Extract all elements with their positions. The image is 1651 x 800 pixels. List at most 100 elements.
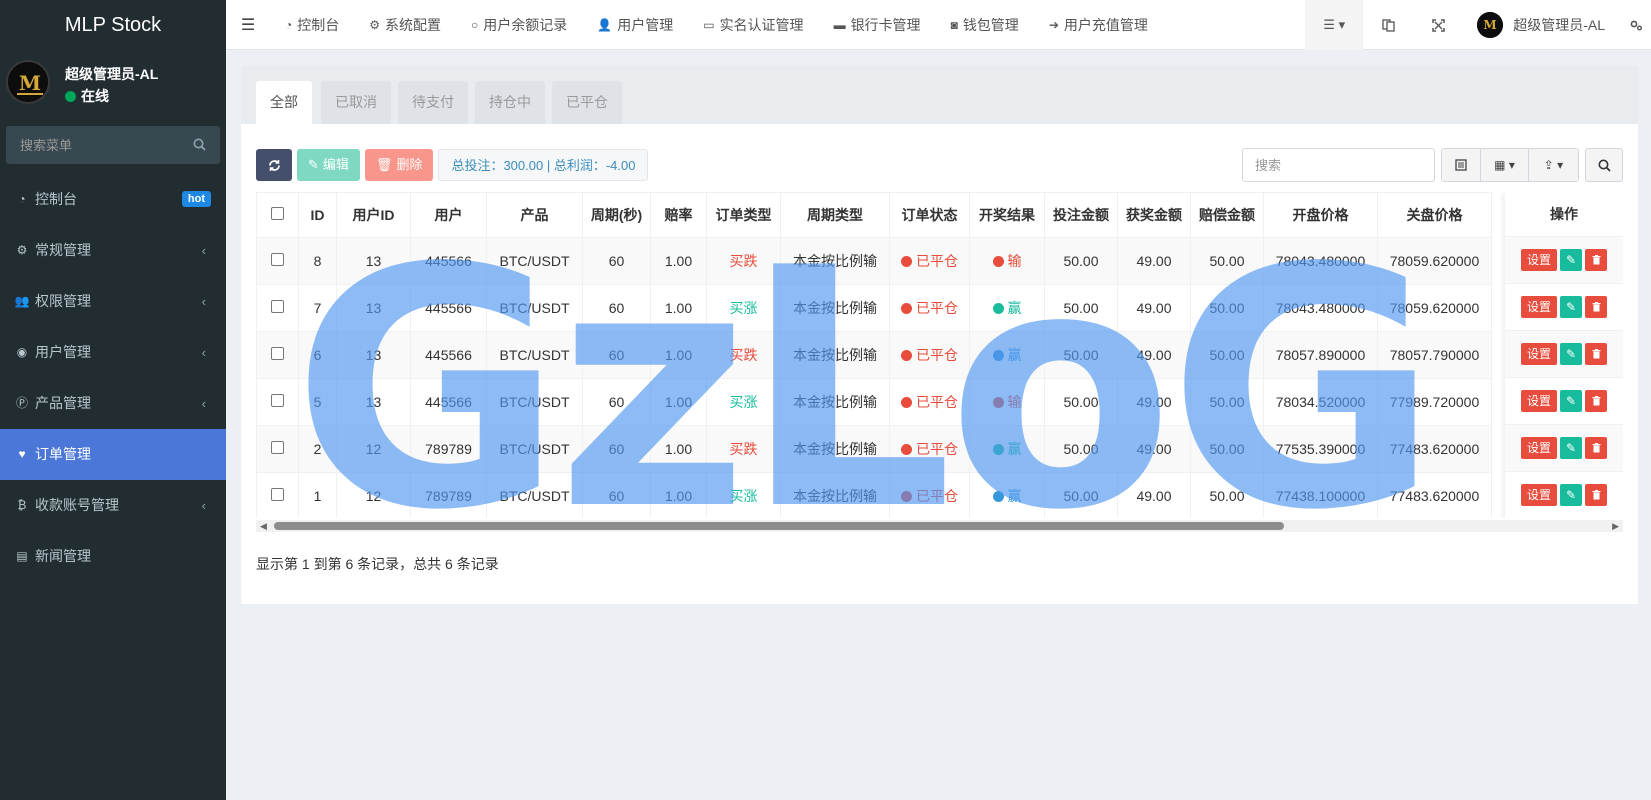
- scrollbar-thumb[interactable]: [274, 522, 1284, 530]
- row-delete-button[interactable]: [1585, 296, 1607, 318]
- row-settings-button[interactable]: 设置: [1520, 296, 1557, 318]
- table-row[interactable]: 2 12 789789 BTC/USDT 60 1.00 买跌 本金按比例输 已平仓 赢 50.00…: [256, 425, 1492, 473]
- column-header[interactable]: 关盘价格: [1377, 192, 1492, 238]
- top-nav-item-4[interactable]: ▭ 实名认证管理: [688, 0, 818, 50]
- column-header[interactable]: 赔率: [650, 192, 707, 238]
- app-title[interactable]: MLP Stock: [0, 0, 226, 50]
- delete-button[interactable]: 🗑 删除: [364, 149, 434, 181]
- row-edit-button[interactable]: ✎: [1560, 249, 1582, 271]
- tab-all[interactable]: 全部: [256, 81, 312, 124]
- sidebar-item-1[interactable]: ⚙ 常规管理 ‹: [0, 225, 226, 276]
- tab-closed[interactable]: 已平仓: [552, 81, 622, 124]
- sidebar-item-label: 用户管理: [35, 344, 91, 360]
- cell-uid: 12: [336, 472, 411, 518]
- column-header[interactable]: 用户ID: [336, 192, 411, 238]
- row-delete-button[interactable]: [1585, 484, 1607, 506]
- top-nav-item-5[interactable]: ▬ 银行卡管理: [819, 0, 936, 50]
- column-header[interactable]: 订单状态: [889, 192, 970, 238]
- top-nav-item-6[interactable]: ◙ 钱包管理: [936, 0, 1034, 50]
- column-header[interactable]: 产品: [486, 192, 583, 238]
- column-header[interactable]: 用户: [410, 192, 487, 238]
- horizontal-scrollbar[interactable]: ◀ ▶: [256, 520, 1623, 532]
- table-row[interactable]: 5 13 445566 BTC/USDT 60 1.00 买涨 本金按比例输 已平仓 输 50.00…: [256, 378, 1492, 426]
- select-all-checkbox[interactable]: [271, 207, 284, 220]
- row-checkbox[interactable]: [271, 253, 284, 266]
- top-nav-item-0[interactable]: ◔ 控制台: [270, 0, 354, 50]
- table-row[interactable]: 7 13 445566 BTC/USDT 60 1.00 买涨 本金按比例输 已平仓 赢 50.00…: [256, 284, 1492, 332]
- column-header[interactable]: 赔偿金额: [1190, 192, 1264, 238]
- search-icon[interactable]: [193, 138, 206, 154]
- menu-toggle-icon[interactable]: ☰: [226, 15, 270, 35]
- row-checkbox[interactable]: [271, 347, 284, 360]
- row-checkbox[interactable]: [271, 300, 284, 313]
- order-status-text: 已平仓: [916, 347, 958, 363]
- row-checkbox[interactable]: [271, 394, 284, 407]
- row-edit-button[interactable]: ✎: [1560, 296, 1582, 318]
- cell-user: 789789: [410, 472, 487, 518]
- row-delete-button[interactable]: [1585, 390, 1607, 412]
- row-settings-button[interactable]: 设置: [1520, 249, 1557, 271]
- refresh-button[interactable]: [256, 149, 292, 181]
- row-edit-button[interactable]: ✎: [1560, 437, 1582, 459]
- row-settings-button[interactable]: 设置: [1520, 390, 1557, 412]
- sidebar-item-4[interactable]: Ⓟ 产品管理 ‹: [0, 378, 226, 429]
- trash-icon: 🗑: [375, 157, 393, 172]
- column-header[interactable]: 获奖金额: [1117, 192, 1191, 238]
- row-delete-button[interactable]: [1585, 249, 1607, 271]
- row-edit-button[interactable]: ✎: [1560, 343, 1582, 365]
- column-header[interactable]: 开盘价格: [1263, 192, 1378, 238]
- search-icon: [1598, 159, 1611, 172]
- sidebar-search-input[interactable]: [6, 126, 220, 164]
- row-settings-button[interactable]: 设置: [1520, 343, 1557, 365]
- status-dot-icon: [901, 490, 912, 502]
- sidebar-item-5[interactable]: ♥ 订单管理: [0, 429, 226, 480]
- column-header[interactable]: 开奖结果: [969, 192, 1045, 238]
- tab-pending-payment[interactable]: 待支付: [398, 81, 468, 124]
- row-edit-button[interactable]: ✎: [1560, 484, 1582, 506]
- column-header[interactable]: 周期(秒): [582, 192, 651, 238]
- column-header[interactable]: 周期类型: [780, 192, 890, 238]
- export-icon[interactable]: ⇪ ▾: [1528, 149, 1578, 181]
- scroll-right-icon[interactable]: ▶: [1612, 520, 1619, 532]
- settings-gear-icon[interactable]: [1621, 0, 1651, 50]
- advanced-search-button[interactable]: [1585, 148, 1623, 182]
- list-menu-icon[interactable]: ☰ ▾: [1305, 0, 1364, 50]
- sidebar-item-6[interactable]: ₿ 收款账号管理 ‹: [0, 480, 226, 531]
- table-search-input[interactable]: [1242, 148, 1435, 182]
- top-nav-item-3[interactable]: 👤 用户管理: [582, 0, 688, 50]
- top-nav-item-2[interactable]: ○ 用户余额记录: [456, 0, 582, 50]
- card-view-icon[interactable]: [1442, 149, 1480, 181]
- top-user-menu[interactable]: M 超级管理员-AL: [1463, 12, 1621, 38]
- table-row[interactable]: 1 12 789789 BTC/USDT 60 1.00 买涨 本金按比例输 已平仓 赢 50.00…: [256, 472, 1492, 518]
- sidebar-item-0[interactable]: ◔ 控制台 hot: [0, 174, 226, 225]
- row-settings-button[interactable]: 设置: [1520, 437, 1557, 459]
- scroll-left-icon[interactable]: ◀: [260, 520, 267, 532]
- row-edit-button[interactable]: ✎: [1560, 390, 1582, 412]
- tab-holding[interactable]: 持仓中: [475, 81, 545, 124]
- row-checkbox[interactable]: [271, 488, 284, 501]
- language-icon[interactable]: [1363, 0, 1413, 50]
- sidebar-item-7[interactable]: ▤ 新闻管理: [0, 531, 226, 582]
- top-nav-item-1[interactable]: ⚙ 系统配置: [354, 0, 456, 50]
- row-delete-button[interactable]: [1585, 343, 1607, 365]
- delete-button-label: 删除: [396, 157, 423, 172]
- column-header[interactable]: ID: [298, 192, 337, 238]
- row-settings-button[interactable]: 设置: [1520, 484, 1557, 506]
- column-header[interactable]: 订单类型: [706, 192, 781, 238]
- row-checkbox[interactable]: [271, 441, 284, 454]
- table-row[interactable]: 6 13 445566 BTC/USDT 60 1.00 买跌 本金按比例输 已平仓 赢 50.00…: [256, 331, 1492, 379]
- top-nav-item-7[interactable]: ➔ 用户充值管理: [1034, 0, 1163, 50]
- sidebar-item-3[interactable]: ◉ 用户管理 ‹: [0, 327, 226, 378]
- cell-status: 已平仓: [889, 284, 970, 332]
- row-delete-button[interactable]: [1585, 437, 1607, 459]
- tab-cancelled[interactable]: 已取消: [321, 81, 391, 124]
- column-header[interactable]: 投注金额: [1044, 192, 1118, 238]
- top-nav-label: 控制台: [297, 16, 340, 33]
- edit-button[interactable]: ✎ 编辑: [297, 149, 360, 181]
- fullscreen-icon[interactable]: [1413, 0, 1463, 50]
- cell-comp: 50.00: [1190, 472, 1264, 518]
- sidebar-item-2[interactable]: 👥 权限管理 ‹: [0, 276, 226, 327]
- columns-toggle-icon[interactable]: ▦ ▾: [1480, 149, 1528, 181]
- user-circle-icon: ◉: [16, 345, 28, 359]
- table-row[interactable]: 8 13 445566 BTC/USDT 60 1.00 买跌 本金按比例输 已平仓 输 50.00…: [256, 237, 1492, 285]
